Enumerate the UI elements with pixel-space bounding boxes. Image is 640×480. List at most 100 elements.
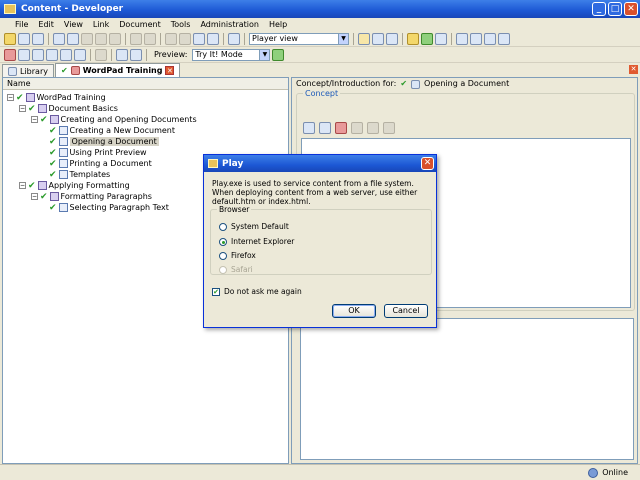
radio-button[interactable] <box>219 251 227 260</box>
move-right-icon[interactable] <box>179 32 191 45</box>
book-icon <box>70 66 80 75</box>
lower-editor[interactable] <box>300 318 634 460</box>
radio-button[interactable] <box>219 237 227 246</box>
check-out-icon[interactable] <box>470 32 482 45</box>
preview-select[interactable]: Try It! Mode ▼ <box>192 48 271 61</box>
image-icon[interactable] <box>335 122 347 134</box>
undo-icon[interactable] <box>130 32 142 45</box>
minimize-button[interactable]: _ <box>592 2 606 16</box>
tree-item[interactable]: ✔ Opening a Document <box>49 136 159 147</box>
radio-internet-explorer[interactable]: Internet Explorer <box>219 237 294 246</box>
collapse-icon[interactable]: − <box>31 193 38 200</box>
arrow-down-icon[interactable] <box>130 48 142 61</box>
lock-icon[interactable] <box>484 32 496 45</box>
record-icon[interactable] <box>74 48 86 61</box>
check-icon: ✔ <box>28 180 36 191</box>
check-in-icon[interactable] <box>456 32 468 45</box>
cancel-button[interactable]: Cancel <box>384 304 428 318</box>
tree-item[interactable]: − ✔ Applying Formatting <box>19 180 130 191</box>
check-icon: ✔ <box>60 66 68 75</box>
question-icon[interactable] <box>60 48 72 61</box>
do-not-ask-checkbox[interactable]: ✔ <box>212 287 220 296</box>
play-app-icon <box>208 159 218 168</box>
check-icon: ✔ <box>16 92 24 103</box>
link-icon[interactable] <box>303 122 315 134</box>
tree-item[interactable]: − ✔ Document Basics <box>19 103 118 114</box>
find-icon[interactable] <box>193 32 205 45</box>
tree-item[interactable]: ✔ Templates <box>49 169 110 180</box>
close-window-button[interactable]: ✕ <box>624 2 638 16</box>
book-icon[interactable] <box>4 48 16 61</box>
tree-item[interactable]: − ✔ WordPad Training <box>7 92 106 103</box>
collapse-icon[interactable]: − <box>31 116 38 123</box>
arrow-up-icon[interactable] <box>116 48 128 61</box>
tab-wordpad-training[interactable]: ✔ WordPad Training ✕ <box>54 63 181 77</box>
menu-tools[interactable]: Tools <box>166 20 196 29</box>
unlock-icon[interactable] <box>498 32 510 45</box>
collapse-icon[interactable]: − <box>19 182 26 189</box>
close-pane-icon[interactable]: ✕ <box>629 65 638 74</box>
menu-bar: File Edit View Link Document Tools Admin… <box>0 18 640 31</box>
toolbar-separator <box>146 48 147 61</box>
main-toolbar: Player view ▼ <box>0 31 640 47</box>
dialog-close-button[interactable]: ✕ <box>421 157 434 170</box>
section-icon[interactable] <box>18 48 30 61</box>
refresh-icon[interactable] <box>421 32 433 45</box>
menu-edit[interactable]: Edit <box>33 20 59 29</box>
save-all-icon[interactable] <box>32 32 44 45</box>
properties-icon[interactable] <box>109 32 121 45</box>
radio-system-default[interactable]: System Default <box>219 222 289 231</box>
collapse-icon[interactable]: − <box>19 105 26 112</box>
link-icon[interactable] <box>95 48 107 61</box>
tree-item[interactable]: − ✔ Creating and Opening Documents <box>31 114 197 125</box>
grid-icon[interactable] <box>435 32 447 45</box>
preview-select-value: Try It! Mode <box>195 50 243 59</box>
radio-button <box>219 265 227 274</box>
chevron-down-icon: ▼ <box>338 33 348 44</box>
library-icon <box>8 66 17 76</box>
publish-icon[interactable] <box>407 32 419 45</box>
menu-file[interactable]: File <box>10 20 33 29</box>
topic-icon[interactable] <box>32 48 44 61</box>
layout-1-icon[interactable] <box>358 32 370 45</box>
tab-library[interactable]: Library <box>2 64 54 77</box>
tree-item[interactable]: ✔ Creating a New Document <box>49 125 175 136</box>
collapse-icon[interactable]: − <box>7 94 14 101</box>
copy-icon[interactable] <box>67 32 79 45</box>
redo-icon[interactable] <box>144 32 156 45</box>
layout-3-icon[interactable] <box>386 32 398 45</box>
close-tab-icon[interactable]: ✕ <box>165 66 175 75</box>
radio-firefox[interactable]: Firefox <box>219 251 256 260</box>
paste-icon[interactable] <box>81 32 93 45</box>
do-not-ask-checkbox-row[interactable]: ✔ Do not ask me again <box>212 287 302 296</box>
spellcheck-icon[interactable] <box>207 32 219 45</box>
web-icon[interactable] <box>319 122 331 134</box>
tree-item[interactable]: − ✔ Formatting Paragraphs <box>31 191 152 202</box>
menu-administration[interactable]: Administration <box>195 20 264 29</box>
web-page-icon[interactable] <box>46 48 58 61</box>
settings-icon[interactable] <box>367 122 379 134</box>
layout-2-icon[interactable] <box>372 32 384 45</box>
delete-icon[interactable] <box>95 32 107 45</box>
tree-column-header[interactable]: Name <box>3 78 288 90</box>
menu-help[interactable]: Help <box>264 20 292 29</box>
play-icon[interactable] <box>272 48 285 61</box>
ok-button[interactable]: OK <box>332 304 376 318</box>
preview-icon[interactable] <box>383 122 395 134</box>
menu-link[interactable]: Link <box>88 20 114 29</box>
tree-item[interactable]: ✔ Using Print Preview <box>49 147 147 158</box>
cut-icon[interactable] <box>53 32 65 45</box>
tree-item[interactable]: ✔ Printing a Document <box>49 158 152 169</box>
help-icon[interactable] <box>228 32 240 45</box>
view-select[interactable]: Player view ▼ <box>249 32 349 45</box>
book-icon <box>25 93 35 102</box>
maximize-button[interactable]: □ <box>608 2 622 16</box>
open-icon[interactable] <box>4 32 16 45</box>
menu-document[interactable]: Document <box>114 20 165 29</box>
edit-icon[interactable] <box>351 122 363 134</box>
save-icon[interactable] <box>18 32 30 45</box>
radio-button[interactable] <box>219 222 227 231</box>
move-left-icon[interactable] <box>165 32 177 45</box>
menu-view[interactable]: View <box>59 20 88 29</box>
tree-item[interactable]: ✔ Selecting Paragraph Text <box>49 202 169 213</box>
